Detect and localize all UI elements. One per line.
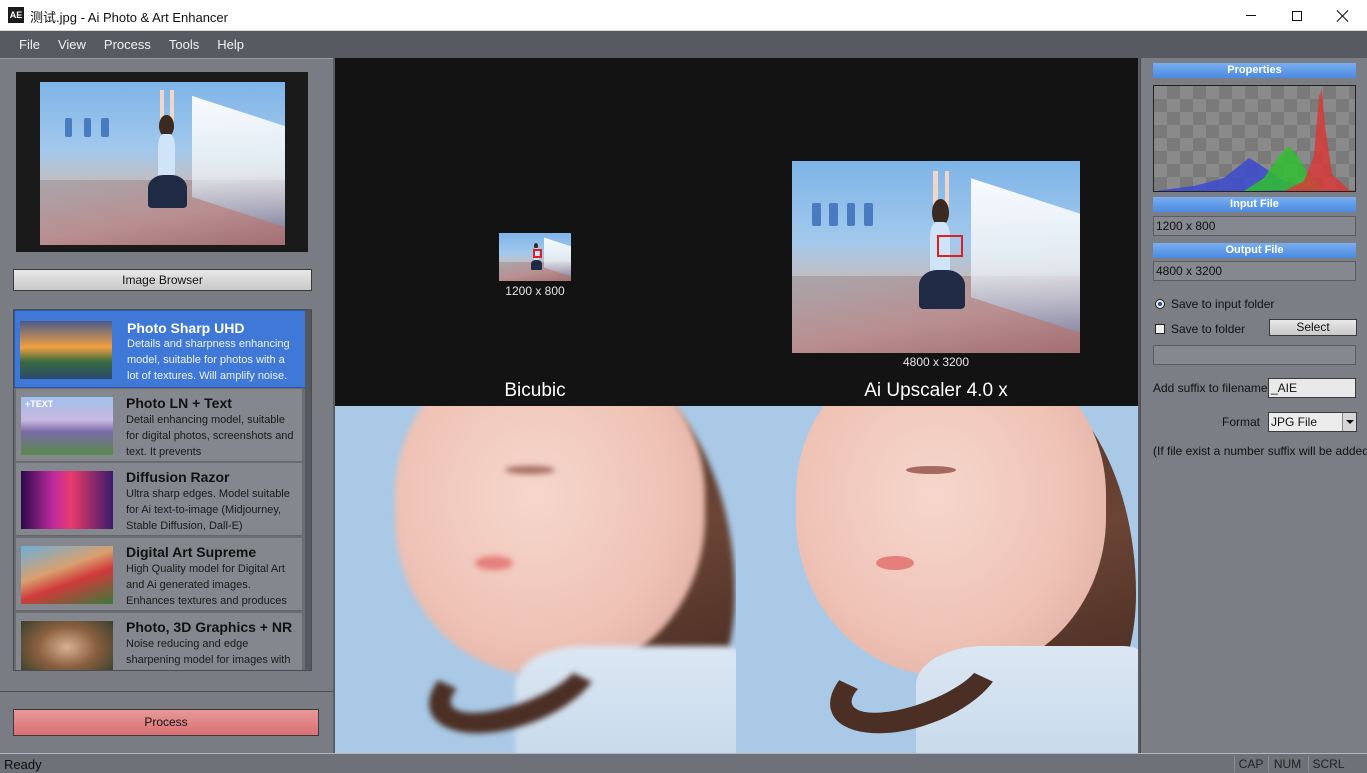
menu-tools[interactable]: Tools xyxy=(160,31,208,58)
process-button[interactable]: Process xyxy=(13,709,319,736)
app-icon: AE xyxy=(8,7,24,23)
model-item-diffusion-razor[interactable]: Diffusion Razor Ultra sharp edges. Model… xyxy=(16,463,302,536)
model-thumbnail: +TEXT xyxy=(21,397,113,455)
close-button[interactable] xyxy=(1320,0,1366,31)
histogram xyxy=(1153,85,1356,192)
format-label: Format xyxy=(1222,415,1261,429)
model-thumbnail xyxy=(21,471,113,529)
title-bar: AE 测试.jpg - Ai Photo & Art Enhancer xyxy=(0,0,1367,31)
model-name: Digital Art Supreme xyxy=(126,544,257,560)
window-title: 测试.jpg - Ai Photo & Art Enhancer xyxy=(30,10,228,25)
bicubic-zoom-view[interactable] xyxy=(335,406,736,753)
save-to-folder-option[interactable]: Save to folder xyxy=(1155,322,1245,336)
save-to-folder-label: Save to folder xyxy=(1171,322,1246,336)
ai-upscaler-label: Ai Upscaler 4.0 x xyxy=(864,380,1008,401)
input-file-header: Input File xyxy=(1153,197,1356,212)
format-select[interactable]: JPG File xyxy=(1268,412,1357,432)
output-preview[interactable] xyxy=(792,161,1080,353)
model-description: Details and sharpness enhancing model, s… xyxy=(127,338,290,382)
output-dimensions: 4800 x 3200 xyxy=(902,355,970,369)
model-name: Photo, 3D Graphics + NR xyxy=(126,619,293,635)
maximize-icon xyxy=(1292,10,1302,21)
model-item-photo-sharp-uhd[interactable]: Photo Sharp UHD Details and sharpness en… xyxy=(14,310,308,388)
model-name: Photo LN + Text xyxy=(126,395,232,411)
model-thumbnail xyxy=(21,621,113,670)
minimize-icon xyxy=(1246,15,1256,16)
model-item-digital-art-supreme[interactable]: Digital Art Supreme High Quality model f… xyxy=(16,538,302,611)
model-description: Ultra sharp edges. Model suitable for Ai… xyxy=(126,488,290,532)
input-file-field: 1200 x 800 xyxy=(1153,216,1356,236)
image-browser-button[interactable]: Image Browser xyxy=(13,269,312,291)
divider xyxy=(0,691,333,692)
suffix-input[interactable]: _AIE xyxy=(1268,378,1356,398)
format-value: JPG File xyxy=(1271,415,1318,429)
menu-view[interactable]: View xyxy=(49,31,95,58)
input-preview[interactable] xyxy=(499,233,571,281)
thumbnail-text: +TEXT xyxy=(25,399,54,409)
menu-help[interactable]: Help xyxy=(208,31,253,58)
status-bar: Ready CAP NUM SCRL xyxy=(0,753,1367,773)
bicubic-label: Bicubic xyxy=(504,380,566,401)
maximize-button[interactable] xyxy=(1274,0,1320,31)
model-list-scrollbar[interactable] xyxy=(305,310,311,670)
output-file-field: 4800 x 3200 xyxy=(1153,261,1356,281)
caps-lock-indicator: CAP xyxy=(1234,756,1267,772)
model-item-photo-ln-text[interactable]: +TEXT Photo LN + Text Detail enhancing m… xyxy=(16,389,302,462)
save-to-input-folder-option[interactable]: Save to input folder xyxy=(1155,297,1274,311)
input-dimensions: 1200 x 800 xyxy=(505,284,565,298)
status-text: Ready xyxy=(4,757,42,772)
menu-file[interactable]: File xyxy=(10,31,49,58)
select-folder-button[interactable]: Select xyxy=(1269,319,1357,336)
properties-panel: Properties Input File 1200 x 800 Output … xyxy=(1140,58,1367,753)
source-thumbnail-frame xyxy=(16,72,308,252)
model-description: Detail enhancing model, suitable for dig… xyxy=(126,414,294,458)
model-name: Diffusion Razor xyxy=(126,469,230,485)
minimize-button[interactable] xyxy=(1228,0,1274,31)
output-file-header: Output File xyxy=(1153,243,1356,258)
suffix-note: (If file exist a number suffix will be a… xyxy=(1153,444,1367,458)
model-item-photo-3d-graphics-nr[interactable]: Photo, 3D Graphics + NR Noise reducing a… xyxy=(16,613,302,670)
suffix-label: Add suffix to filename xyxy=(1153,381,1268,395)
scroll-lock-indicator: SCRL xyxy=(1308,756,1348,772)
close-icon xyxy=(1336,9,1350,23)
model-thumbnail xyxy=(21,546,113,604)
properties-header: Properties xyxy=(1153,63,1356,78)
model-list: Photo Sharp UHD Details and sharpness en… xyxy=(13,309,312,671)
menu-bar: File View Process Tools Help xyxy=(0,31,1367,58)
source-thumbnail xyxy=(40,82,285,245)
num-lock-indicator: NUM xyxy=(1268,756,1306,772)
save-to-folder-checkbox[interactable] xyxy=(1155,324,1165,334)
radio-button[interactable] xyxy=(1155,299,1165,309)
comparison-view: 1200 x 800 4800 x 3200 Bicubic Ai Upscal… xyxy=(335,58,1138,753)
folder-path-field[interactable] xyxy=(1153,345,1356,365)
model-description: Noise reducing and edge sharpening model… xyxy=(126,638,291,666)
left-panel: Image Browser Photo Sharp UHD Details an… xyxy=(0,58,333,753)
model-thumbnail xyxy=(20,321,112,379)
ai-upscaled-zoom-view[interactable] xyxy=(736,406,1138,753)
zoom-region-marker[interactable] xyxy=(937,235,963,257)
model-description: High Quality model for Digital Art and A… xyxy=(126,563,287,607)
chevron-down-icon[interactable] xyxy=(1342,413,1356,431)
save-to-input-folder-label: Save to input folder xyxy=(1171,297,1275,311)
histogram-chart xyxy=(1154,90,1355,191)
zoom-region-marker[interactable] xyxy=(533,249,542,258)
model-name: Photo Sharp UHD xyxy=(127,320,245,336)
menu-process[interactable]: Process xyxy=(95,31,160,58)
